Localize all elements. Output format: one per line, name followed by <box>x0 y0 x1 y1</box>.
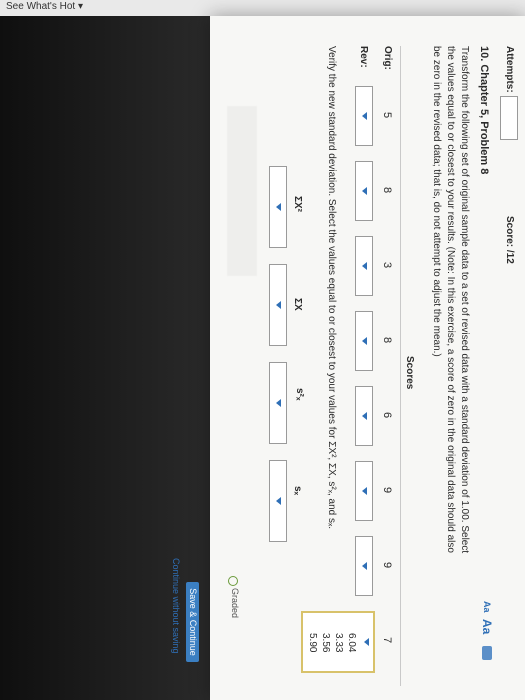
orig-score-8: 7 <box>381 637 393 644</box>
verify-instruction: Verify the new standard deviation. Selec… <box>326 46 337 530</box>
font-size-small-icon[interactable]: Aa <box>482 601 492 613</box>
chevron-down-icon <box>362 487 367 495</box>
instruction-line-2: the values equal to or closest to your r… <box>445 46 456 553</box>
chevron-down-icon <box>276 301 281 309</box>
sumx-dropdown[interactable] <box>269 264 287 346</box>
table-top-rule <box>400 46 401 686</box>
orig-label: Orig: <box>382 46 393 70</box>
rev-dropdown-1[interactable] <box>355 86 373 146</box>
chevron-down-icon <box>362 187 367 195</box>
continue-without-saving-link[interactable]: Continue without saving <box>171 558 181 654</box>
rev-dropdown-4[interactable] <box>355 311 373 371</box>
chevron-down-icon <box>362 562 367 570</box>
chevron-down-icon <box>276 497 281 505</box>
sumx2-label: ΣX² <box>292 196 303 213</box>
graded-label: Graded <box>230 588 240 619</box>
chevron-down-icon <box>362 262 367 270</box>
rev-dropdown-7[interactable] <box>355 536 373 596</box>
dropdown-option[interactable]: 6.04 <box>346 633 357 652</box>
dropdown-option[interactable]: 5.90 <box>307 633 318 652</box>
orig-score-3: 3 <box>381 262 393 269</box>
chevron-down-icon <box>362 412 367 420</box>
assignment-page: Attempts: Score: /12 10. Chapter 5, Prob… <box>210 16 525 700</box>
attempts-box <box>500 96 518 140</box>
dropdown-option[interactable]: 3.56 <box>320 633 331 652</box>
chevron-down-icon <box>362 112 367 120</box>
rev-label: Rev: <box>358 46 369 68</box>
rev-dropdown-6[interactable] <box>355 461 373 521</box>
rev-dropdown-2[interactable] <box>355 161 373 221</box>
sx-label: sₓ <box>292 486 303 496</box>
instruction-line-1: Transform the following set of original … <box>459 46 470 554</box>
save-continue-button[interactable]: Save & Continue <box>186 582 199 662</box>
score-label: Score: /12 <box>504 216 515 264</box>
rev-dropdown-5[interactable] <box>355 386 373 446</box>
attempts-label: Attempts: <box>504 46 515 93</box>
chevron-down-icon <box>362 337 367 345</box>
rev-dropdown-3[interactable] <box>355 236 373 296</box>
orig-score-5: 6 <box>381 412 393 419</box>
sx2-dropdown[interactable] <box>269 362 287 444</box>
dropdown-option[interactable]: 3.33 <box>333 633 344 652</box>
chevron-down-icon <box>276 203 281 211</box>
graded-icon <box>228 576 238 586</box>
blurred-background-text <box>227 106 257 276</box>
sumx-label: ΣX <box>292 298 303 311</box>
scores-header: Scores <box>404 356 415 390</box>
question-title: 10. Chapter 5, Problem 8 <box>478 46 490 175</box>
orig-score-7: 9 <box>381 562 393 569</box>
orig-score-4: 8 <box>381 337 393 344</box>
sumx2-dropdown[interactable] <box>269 166 287 248</box>
font-size-large-icon[interactable]: Aa <box>480 619 494 634</box>
instruction-line-3: be zero in the revised data; that is, do… <box>431 46 442 357</box>
sx-dropdown[interactable] <box>269 460 287 542</box>
rotated-page: Attempts: Score: /12 10. Chapter 5, Prob… <box>0 0 525 700</box>
sx2-label: s²ₓ <box>294 388 305 401</box>
print-icon[interactable] <box>482 646 492 660</box>
orig-score-6: 9 <box>381 487 393 494</box>
orig-score-1: 5 <box>381 112 393 119</box>
chevron-down-icon <box>364 638 369 646</box>
orig-score-2: 8 <box>381 187 393 194</box>
rev-dropdown-8-open[interactable]: 6.04 3.33 3.56 5.90 <box>301 611 375 673</box>
chevron-down-icon <box>276 399 281 407</box>
